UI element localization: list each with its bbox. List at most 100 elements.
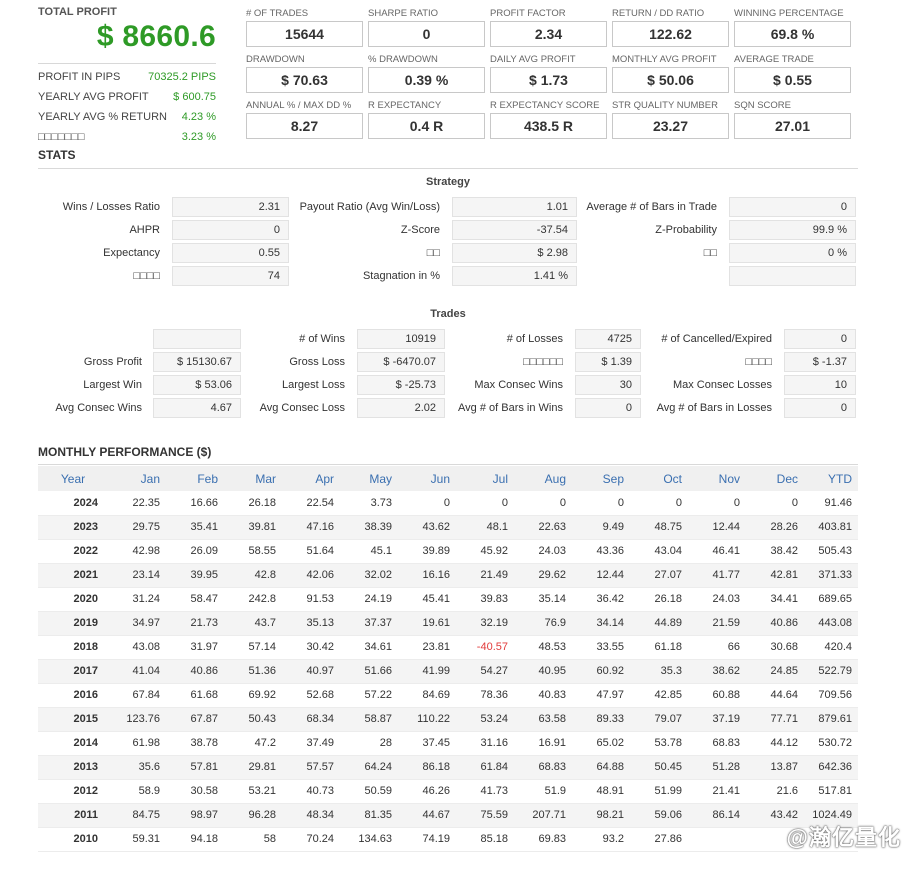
table-cell: 30.68 <box>746 635 804 660</box>
table-cell: 96.28 <box>224 803 282 828</box>
table-cell: 66 <box>688 635 746 660</box>
summary-row: PROFIT IN PIPS 70325.2 PIPS <box>38 67 216 87</box>
table-cell: 53.78 <box>630 731 688 756</box>
table-cell: 35.14 <box>514 587 572 612</box>
stat-box: SQN SCORE 27.01 <box>734 100 851 139</box>
column-header[interactable]: Jan <box>108 466 166 491</box>
table-cell: 517.81 <box>804 779 858 804</box>
table-cell: 9.49 <box>572 515 630 540</box>
table-cell: 40.86 <box>746 611 804 636</box>
trades-label: Avg Consec Loss <box>259 402 345 414</box>
table-cell: 642.36 <box>804 755 858 780</box>
table-cell: 79.07 <box>630 707 688 732</box>
table-cell: 0 <box>746 491 804 516</box>
total-profit-value: $ 8660.6 <box>96 20 216 53</box>
column-header[interactable]: May <box>340 466 398 491</box>
table-cell: 58.47 <box>166 587 224 612</box>
year-cell: 2011 <box>38 803 108 828</box>
table-cell: 27.86 <box>630 827 688 852</box>
trades-label: Max Consec Wins <box>474 379 563 391</box>
table-cell: 45.41 <box>398 587 456 612</box>
table-cell: 38.39 <box>340 515 398 540</box>
strategy-value <box>729 266 856 286</box>
table-cell: 12.44 <box>572 563 630 588</box>
table-cell: 86.18 <box>398 755 456 780</box>
table-row: 2023 29.75 35.41 39.81 47.16 38.39 43.62 48.1 22… <box>38 515 858 540</box>
table-cell: 75.59 <box>456 803 514 828</box>
table-cell: 86.14 <box>688 803 746 828</box>
column-header[interactable]: Nov <box>688 466 746 491</box>
table-cell: 123.76 <box>108 707 166 732</box>
table-cell: 68.83 <box>688 731 746 756</box>
stat-box: STR QUALITY NUMBER 23.27 <box>612 100 729 139</box>
table-cell: 57.81 <box>166 755 224 780</box>
column-header[interactable]: Sep <box>572 466 630 491</box>
stats-divider <box>38 168 858 169</box>
trades-value: $ -1.37 <box>784 352 856 372</box>
column-header[interactable]: Oct <box>630 466 688 491</box>
strategy-label: Z-Probability <box>655 224 717 236</box>
table-cell: 91.46 <box>804 491 858 516</box>
monthly-divider <box>38 464 858 465</box>
column-header[interactable]: YTD <box>804 466 858 491</box>
column-header[interactable]: Jun <box>398 466 456 491</box>
table-cell: 29.75 <box>108 515 166 540</box>
strategy-value: 0 % <box>729 243 856 263</box>
table-cell: 65.02 <box>572 731 630 756</box>
table-cell: 57.57 <box>282 755 340 780</box>
stat-box: # OF TRADES 15644 <box>246 8 363 47</box>
table-cell: 46.26 <box>398 779 456 804</box>
stat-box-value: 0 <box>368 21 485 47</box>
strategy-title: Strategy <box>425 176 471 188</box>
table-row: 2020 31.24 58.47 242.8 91.53 24.19 45.41 39.83 3… <box>38 587 858 612</box>
table-cell: 51.36 <box>224 659 282 684</box>
column-header[interactable]: Mar <box>224 466 282 491</box>
column-header[interactable]: Apr <box>282 466 340 491</box>
table-cell: 53.21 <box>224 779 282 804</box>
table-cell: 69.83 <box>514 827 572 852</box>
trades-value: 10 <box>784 375 856 395</box>
stat-box-value: 0.39 % <box>368 67 485 93</box>
table-cell: 78.36 <box>456 683 514 708</box>
trades-label: Gross Profit <box>83 356 142 368</box>
table-cell: 58 <box>224 827 282 852</box>
stat-box-value: 15644 <box>246 21 363 47</box>
table-cell: 43.7 <box>224 611 282 636</box>
trades-label: □□□□ <box>745 356 772 368</box>
table-cell: 44.12 <box>746 731 804 756</box>
table-cell: 61.98 <box>108 731 166 756</box>
table-cell: 58.87 <box>340 707 398 732</box>
summary-row-label: YEARLY AVG % RETURN <box>38 111 167 123</box>
table-cell: 48.75 <box>630 515 688 540</box>
column-header[interactable]: Year <box>38 466 108 491</box>
table-cell: 21.6 <box>746 779 804 804</box>
table-cell: 98.97 <box>166 803 224 828</box>
table-cell: 40.97 <box>282 659 340 684</box>
year-cell: 2022 <box>38 539 108 564</box>
table-cell: 110.22 <box>398 707 456 732</box>
table-cell: 43.08 <box>108 635 166 660</box>
table-cell: 42.98 <box>108 539 166 564</box>
table-cell: 22.54 <box>282 491 340 516</box>
table-cell: 64.24 <box>340 755 398 780</box>
table-cell: 58.55 <box>224 539 282 564</box>
table-cell: 530.72 <box>804 731 858 756</box>
column-header[interactable]: Aug <box>514 466 572 491</box>
table-cell: 70.24 <box>282 827 340 852</box>
stat-box-value: 2.34 <box>490 21 607 47</box>
table-cell: 39.83 <box>456 587 514 612</box>
table-cell: 48.91 <box>572 779 630 804</box>
strategy-label: Expectancy <box>103 247 160 259</box>
table-cell: 443.08 <box>804 611 858 636</box>
column-header[interactable]: Jul <box>456 466 514 491</box>
table-cell: 39.89 <box>398 539 456 564</box>
stat-box: DRAWDOWN $ 70.63 <box>246 54 363 93</box>
column-header[interactable]: Feb <box>166 466 224 491</box>
table-cell: 44.64 <box>746 683 804 708</box>
table-cell: 23.81 <box>398 635 456 660</box>
table-cell: 74.19 <box>398 827 456 852</box>
monthly-performance-table: Year Jan Feb Mar Apr May Jun Jul Aug Sep Oct Nov Dec… <box>38 466 858 852</box>
table-cell: 26.09 <box>166 539 224 564</box>
table-cell: 67.84 <box>108 683 166 708</box>
column-header[interactable]: Dec <box>746 466 804 491</box>
